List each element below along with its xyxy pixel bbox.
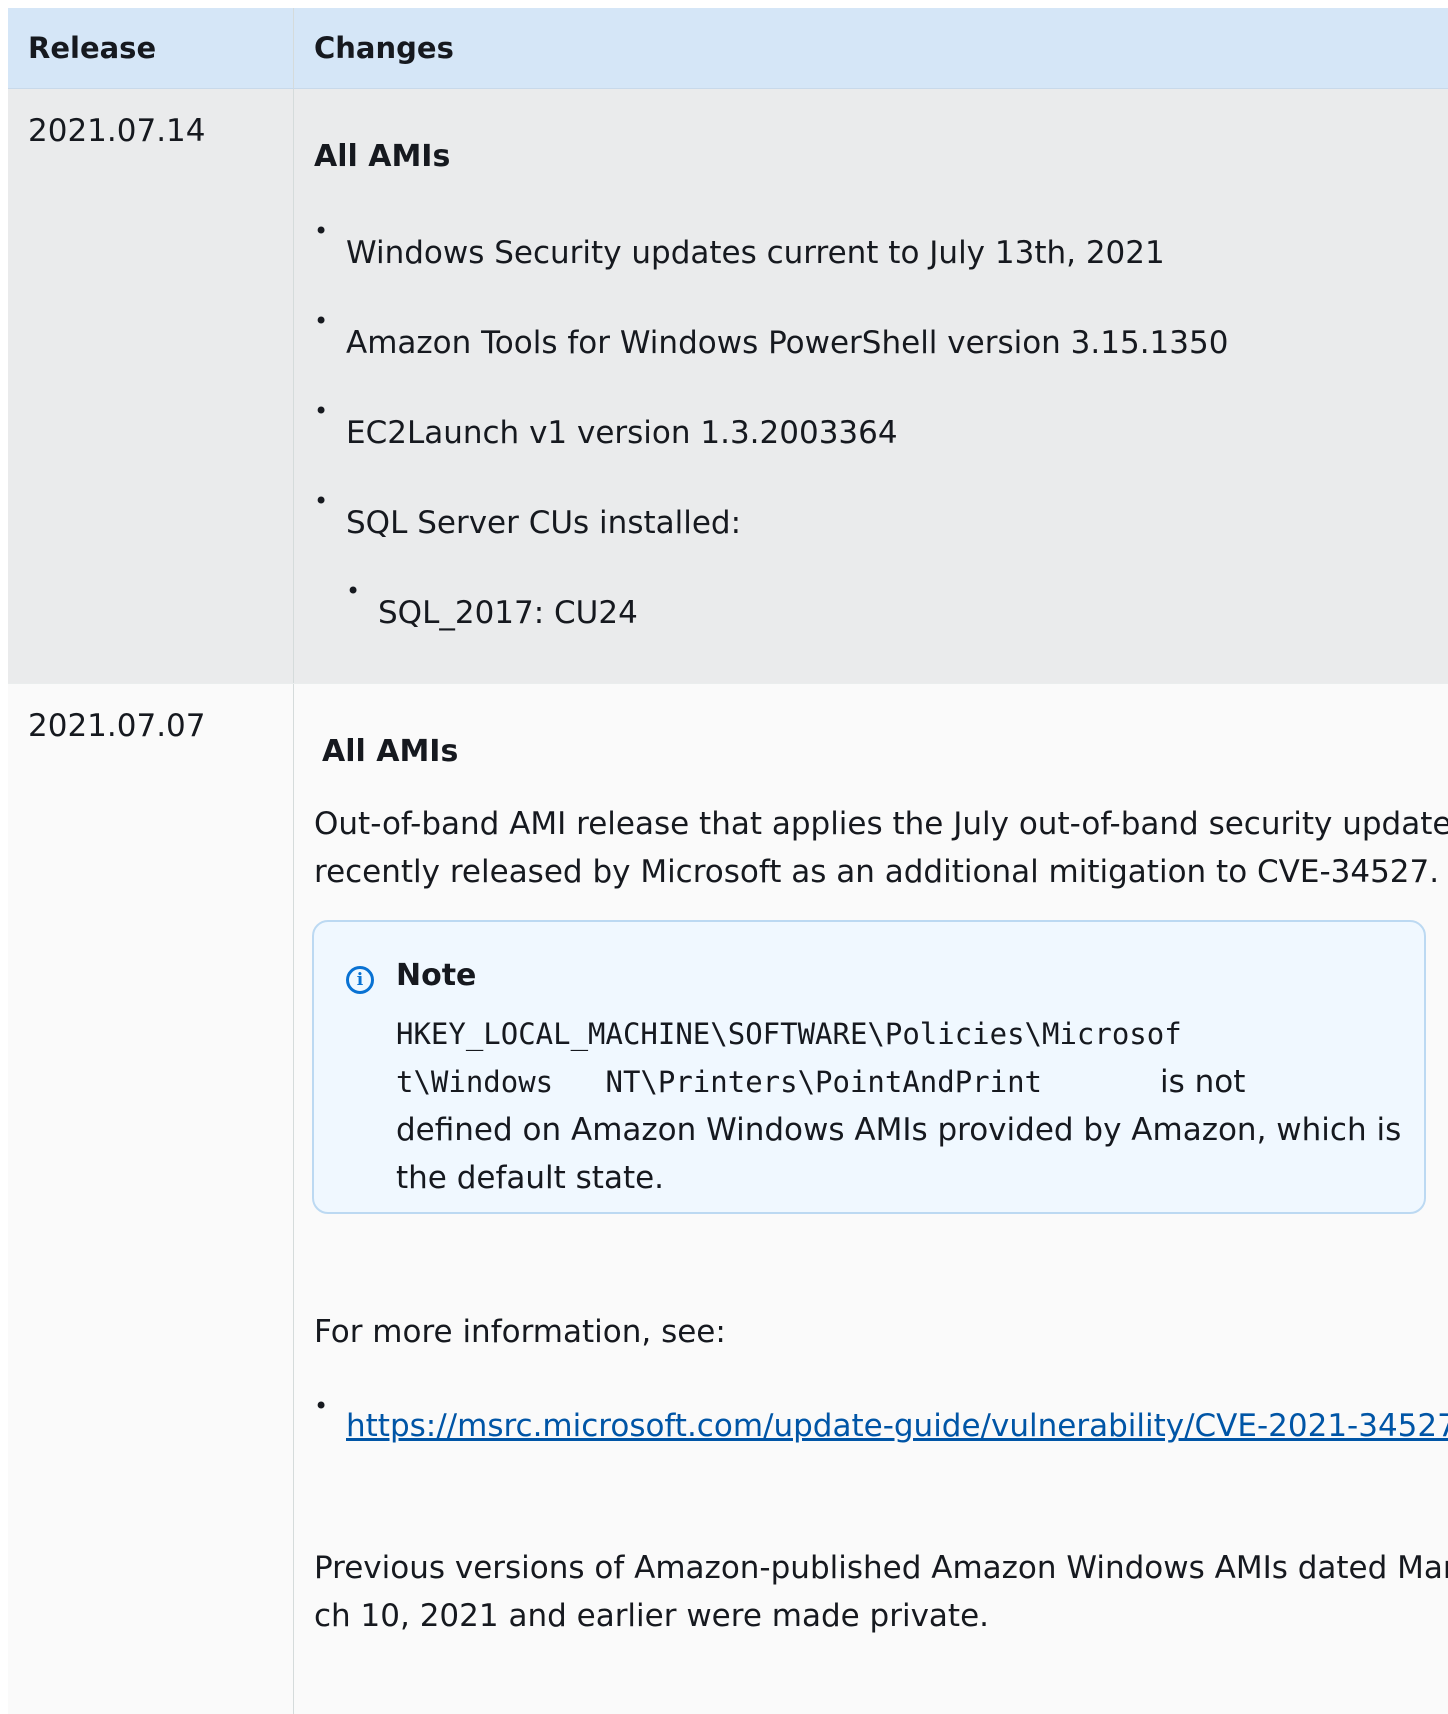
- list-item-text: SQL Server CUs installed:: [346, 505, 742, 541]
- bullet-icon: •: [314, 397, 329, 425]
- footer-paragraph: Previous versions of Amazon-published Am…: [314, 1544, 1448, 1640]
- list-item-text: Windows Security updates current to July…: [346, 235, 1165, 271]
- sub-list-item-text: SQL_2017: CU24: [378, 595, 638, 631]
- note-body: HKEY_LOCAL_MACHINE\SOFTWARE\Policies\Mic…: [396, 1010, 1404, 1202]
- note-text: is not: [1160, 1064, 1246, 1100]
- list-item-text: Amazon Tools for Windows PowerShell vers…: [346, 325, 1229, 361]
- sub-list-item: • SQL_2017: CU24: [346, 579, 1428, 649]
- changes-cell: All AMIs Out-of-band AMI release that ap…: [294, 684, 1448, 1714]
- release-notes-table: Release Changes 2021.07.14 All AMIs • Wi…: [8, 8, 1448, 1714]
- note-text-line: defined on Amazon Windows AMIs provided …: [396, 1112, 1402, 1148]
- changes-list: • Windows Security updates current to Ju…: [314, 219, 1428, 649]
- list-item: • https://msrc.microsoft.com/update-guid…: [314, 1394, 1448, 1474]
- list-item: • SQL Server CUs installed:: [314, 489, 1428, 579]
- registry-key-continuation: t\Windows NT\Printers\PointAndPrint: [396, 1065, 1043, 1099]
- footer-line: ch 10, 2021 and earlier were made privat…: [314, 1598, 990, 1634]
- changes-cell: All AMIs • Windows Security updates curr…: [294, 89, 1448, 683]
- header-release: Release: [8, 8, 294, 88]
- list-item: • EC2Launch v1 version 1.3.2003364: [314, 399, 1428, 489]
- more-info-text: For more information, see:: [314, 1314, 726, 1350]
- list-item: • Windows Security updates current to Ju…: [314, 219, 1428, 309]
- footer-line: Previous versions of Amazon-published Am…: [314, 1550, 1448, 1586]
- bullet-icon: •: [314, 1392, 329, 1420]
- release-date: 2021.07.14: [28, 113, 206, 149]
- bullet-icon: •: [314, 487, 329, 515]
- section-title: All AMIs: [314, 139, 451, 174]
- note-title: Note: [396, 958, 477, 993]
- release-cell: 2021.07.07: [8, 684, 294, 1714]
- release-cell: 2021.07.14: [8, 89, 294, 683]
- release-date: 2021.07.07: [28, 708, 206, 744]
- section-title: All AMIs: [322, 734, 459, 769]
- bullet-icon: •: [314, 307, 329, 335]
- info-icon: i: [346, 966, 374, 994]
- note-box: i Note HKEY_LOCAL_MACHINE\SOFTWARE\Polic…: [312, 920, 1426, 1214]
- registry-key-line: HKEY_LOCAL_MACHINE\SOFTWARE\Policies\Mic…: [396, 1017, 1182, 1051]
- intro-paragraph: Out-of-band AMI release that applies the…: [314, 800, 1448, 896]
- table-header-row: Release Changes: [8, 8, 1448, 89]
- registry-key-line-2: t\Windows NT\Printers\PointAndPrint is no…: [396, 1058, 1404, 1106]
- list-item-text: EC2Launch v1 version 1.3.2003364: [346, 415, 898, 451]
- bullet-icon: •: [346, 577, 361, 605]
- table-row: 2021.07.07 All AMIs Out-of-band AMI rele…: [8, 684, 1448, 1714]
- intro-line: recently released by Microsoft as an add…: [314, 854, 1440, 890]
- list-item: • Amazon Tools for Windows PowerShell ve…: [314, 309, 1428, 399]
- reference-list: • https://msrc.microsoft.com/update-guid…: [314, 1394, 1448, 1474]
- intro-line: Out-of-band AMI release that applies the…: [314, 806, 1448, 842]
- table-row: 2021.07.14 All AMIs • Windows Security u…: [8, 89, 1448, 684]
- cve-reference-link[interactable]: https://msrc.microsoft.com/update-guide/…: [346, 1408, 1448, 1444]
- header-changes: Changes: [314, 31, 454, 65]
- note-text-line: the default state.: [396, 1160, 665, 1196]
- bullet-icon: •: [314, 217, 329, 245]
